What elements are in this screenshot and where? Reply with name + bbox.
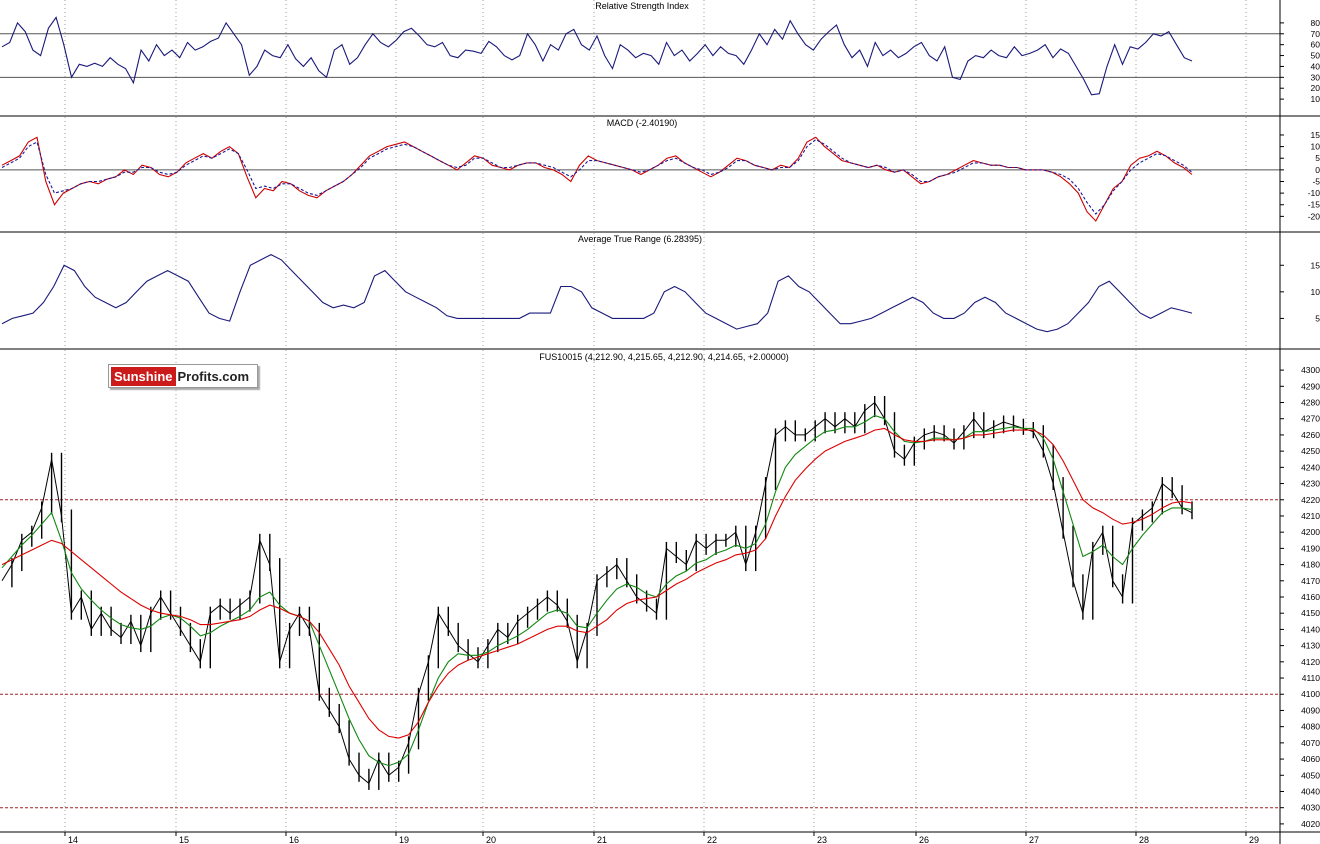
x-tick-label: 27: [1029, 835, 1039, 844]
logo-part-sunshine: Sunshine: [111, 366, 176, 386]
y-tick-label: 4040: [1301, 786, 1320, 796]
x-tick-label: 21: [597, 835, 607, 844]
price-panel: 4020 4030 4040 4050 4060 4070 4080 4090 4100 4110…: [0, 350, 1320, 832]
series-line-0: [1, 253, 1193, 333]
macd-panel: -20-15 -10 -50 510 15: [0, 117, 1320, 232]
y-tick-label: 0: [1315, 165, 1320, 175]
y-tick-label: 10: [1311, 287, 1320, 297]
y-tick-label: 4130: [1301, 641, 1320, 651]
y-tick-label: 4250: [1301, 446, 1320, 456]
atr-panel: 5 10 15: [1, 233, 1320, 349]
y-tick-label: 4190: [1301, 543, 1320, 553]
y-tick-label: 4220: [1301, 495, 1320, 505]
y-tick-label: 4170: [1301, 576, 1320, 586]
y-tick-label: 4260: [1301, 430, 1320, 440]
y-tick-label: 4180: [1301, 560, 1320, 570]
y-tick-label: 80: [1311, 18, 1320, 28]
series-line-0: [1, 16, 1193, 96]
y-tick-label: 10: [1311, 94, 1320, 104]
x-tick-label: 16: [289, 835, 299, 844]
chart-canvas: 1020304050607080 -20-15-10-5051015 51015…: [0, 0, 1320, 844]
x-tick-label: 28: [1139, 835, 1149, 844]
y-tick-label: 4080: [1301, 722, 1320, 732]
y-tick-label: 4200: [1301, 527, 1320, 537]
y-tick-label: 40: [1311, 61, 1320, 71]
y-tick-label: 4110: [1302, 673, 1320, 683]
y-tick-label: 4160: [1301, 592, 1320, 602]
y-tick-label: 4100: [1301, 689, 1320, 699]
y-tick-label: -5: [1312, 176, 1320, 186]
y-tick-label: 4240: [1301, 462, 1320, 472]
y-tick-label: 4270: [1301, 414, 1320, 424]
y-tick-label: 30: [1311, 72, 1320, 82]
y-tick-label: -10: [1308, 188, 1320, 198]
y-tick-label: 10: [1311, 142, 1320, 152]
y-tick-label: 4290: [1301, 381, 1320, 391]
y-tick-label: 4300: [1301, 365, 1320, 375]
y-tick-label: 4210: [1301, 511, 1320, 521]
x-axis: 14 15 16 19 20 21 22 23 26 27 28 29: [64, 832, 1259, 844]
series-line-0: [1, 136, 1193, 222]
price-title: FUS10015 (4,212.90, 4,215.65, 4,212.90, …: [539, 352, 788, 362]
y-tick-label: 4060: [1301, 754, 1320, 764]
y-tick-label: 60: [1311, 40, 1320, 50]
y-tick-label: 5: [1315, 153, 1320, 163]
y-tick-label: 4230: [1301, 479, 1320, 489]
x-tick-label: 22: [707, 835, 717, 844]
y-tick-label: 4280: [1301, 398, 1320, 408]
y-tick-label: -20: [1308, 211, 1320, 221]
y-tick-label: 15: [1311, 260, 1320, 270]
y-tick-label: 4140: [1301, 624, 1320, 634]
y-tick-label: 20: [1311, 83, 1320, 93]
x-tick-label: 29: [1249, 835, 1259, 844]
x-tick-label: 23: [817, 835, 827, 844]
y-tick-label: 4150: [1301, 608, 1320, 618]
y-tick-label: -15: [1308, 200, 1320, 210]
rsi-title: Relative Strength Index: [595, 1, 689, 11]
logo-part-profits: Profits.com: [177, 368, 250, 384]
macd-title: MACD (-2.40190): [607, 118, 678, 128]
y-tick-label: 4020: [1301, 819, 1320, 829]
y-tick-label: 15: [1311, 130, 1320, 140]
x-tick-label: 15: [179, 835, 189, 844]
rsi-panel: 1020304050607080: [0, 0, 1320, 116]
x-tick-label: 20: [486, 835, 496, 844]
y-tick-label: 70: [1311, 29, 1320, 39]
atr-title: Average True Range (6.28395): [578, 234, 702, 244]
y-tick-label: 4030: [1301, 803, 1320, 813]
x-tick-label: 14: [68, 835, 78, 844]
y-tick-label: 5: [1315, 313, 1320, 323]
x-tick-label: 26: [919, 835, 929, 844]
y-tick-label: 50: [1311, 51, 1320, 61]
y-tick-label: 4050: [1301, 770, 1320, 780]
x-tick-label: 19: [399, 835, 409, 844]
y-tick-label: 4120: [1301, 657, 1320, 667]
sunshine-profits-logo: Sunshine Profits.com: [108, 364, 258, 388]
y-tick-label: 4070: [1301, 738, 1320, 748]
series-line-1: [1, 138, 1193, 215]
y-tick-label: 4090: [1301, 705, 1320, 715]
